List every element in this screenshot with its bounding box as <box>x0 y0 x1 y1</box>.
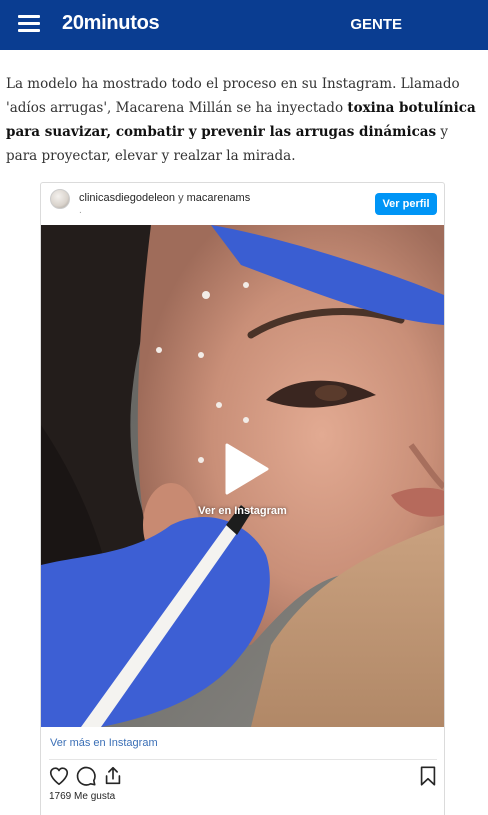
bookmark-icon[interactable] <box>417 765 439 787</box>
account-dot: . <box>79 205 82 216</box>
comment-icon[interactable] <box>75 765 97 787</box>
menu-icon[interactable] <box>18 15 40 35</box>
avatar[interactable] <box>50 189 70 209</box>
likes-count: 1769 Me gusta <box>49 791 116 802</box>
instagram-accounts: clinicasdiegodeleon y macarenams <box>79 192 250 204</box>
instagram-actions <box>41 765 444 791</box>
instagram-embed: clinicasdiegodeleon y macarenams . Ver p… <box>40 182 445 815</box>
account-link-1[interactable]: clinicasdiegodeleon <box>79 192 175 204</box>
heart-icon[interactable] <box>48 765 70 787</box>
divider <box>49 759 437 760</box>
account-separator: y <box>178 192 184 204</box>
instagram-embed-header: clinicasdiegodeleon y macarenams . Ver p… <box>41 183 444 225</box>
view-profile-button[interactable]: Ver perfil <box>375 193 437 215</box>
account-link-2[interactable]: macarenams <box>187 192 251 204</box>
site-logo[interactable]: 20minutos <box>62 12 160 35</box>
share-icon[interactable] <box>102 765 124 787</box>
article-paragraph: La modelo ha mostrado todo el proceso en… <box>6 72 482 168</box>
view-on-instagram-label[interactable]: Ver en Instagram <box>41 505 444 517</box>
view-more-on-instagram-link[interactable]: Ver más en Instagram <box>50 737 158 749</box>
top-navigation-bar: 20minutos GENTE <box>0 0 488 50</box>
section-link-gente[interactable]: GENTE <box>350 16 402 33</box>
play-icon[interactable] <box>221 443 269 495</box>
instagram-video-thumbnail[interactable]: Ver en Instagram <box>41 225 444 727</box>
